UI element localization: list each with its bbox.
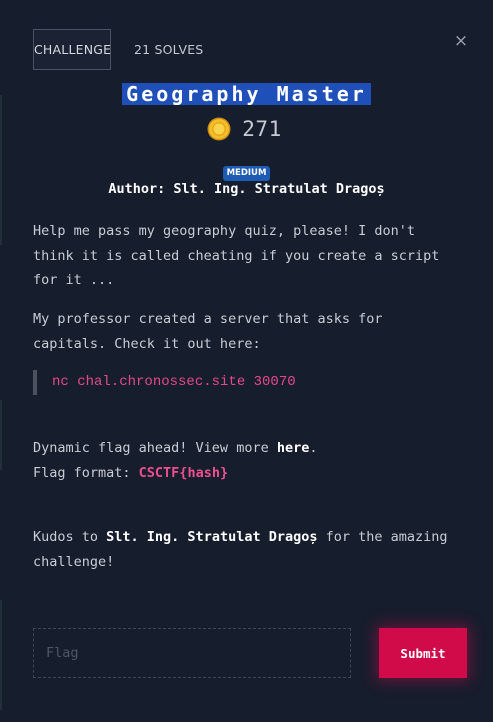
challenge-title: Geography Master: [122, 83, 371, 105]
connection-command: nc chal.chronossec.site 30070: [33, 370, 296, 395]
difficulty-badge: MEDIUM: [222, 166, 271, 181]
flag-format-value: CSCTF{hash}: [138, 464, 229, 481]
points-value: 271: [242, 117, 282, 141]
kudos-prefix: Kudos to: [33, 529, 107, 545]
coin-icon: [207, 117, 231, 141]
flag-format-label: Flag format:: [33, 464, 139, 481]
kudos-author: Slt. Ing. Stratulat Dragoș: [106, 529, 318, 545]
background-edge-line: [0, 400, 2, 470]
tab-challenge[interactable]: CHALLENGE: [33, 29, 111, 70]
dynamic-flag-text: Dynamic flag ahead! View more: [33, 440, 277, 456]
modal-tabs: CHALLENGE 21 SOLVES: [33, 29, 203, 70]
close-icon[interactable]: ×: [452, 32, 470, 50]
submit-button[interactable]: Submit: [379, 628, 467, 678]
dynamic-flag-suffix: .: [309, 440, 318, 456]
challenge-author: Author: Slt. Ing. Stratulat Dragoș: [108, 181, 385, 197]
flag-input[interactable]: [33, 628, 351, 678]
challenge-title-row: Geography Master: [0, 83, 493, 105]
view-more-link[interactable]: here: [277, 440, 310, 456]
tab-solves[interactable]: 21 SOLVES: [134, 42, 203, 57]
background-edge-line: [0, 600, 2, 710]
challenge-modal: CHALLENGE 21 SOLVES × Geography Master 2…: [0, 0, 493, 722]
difficulty-row: MEDIUM: [0, 160, 493, 181]
description-paragraph: My professor created a server that asks …: [33, 311, 383, 352]
description-paragraph: Help me pass my geography quiz, please! …: [33, 223, 440, 288]
challenge-points: 271: [0, 117, 493, 141]
description-paragraph: Kudos to Slt. Ing. Stratulat Dragoș for …: [33, 525, 463, 574]
description-paragraph: Dynamic flag ahead! View more here. Flag…: [33, 436, 463, 485]
